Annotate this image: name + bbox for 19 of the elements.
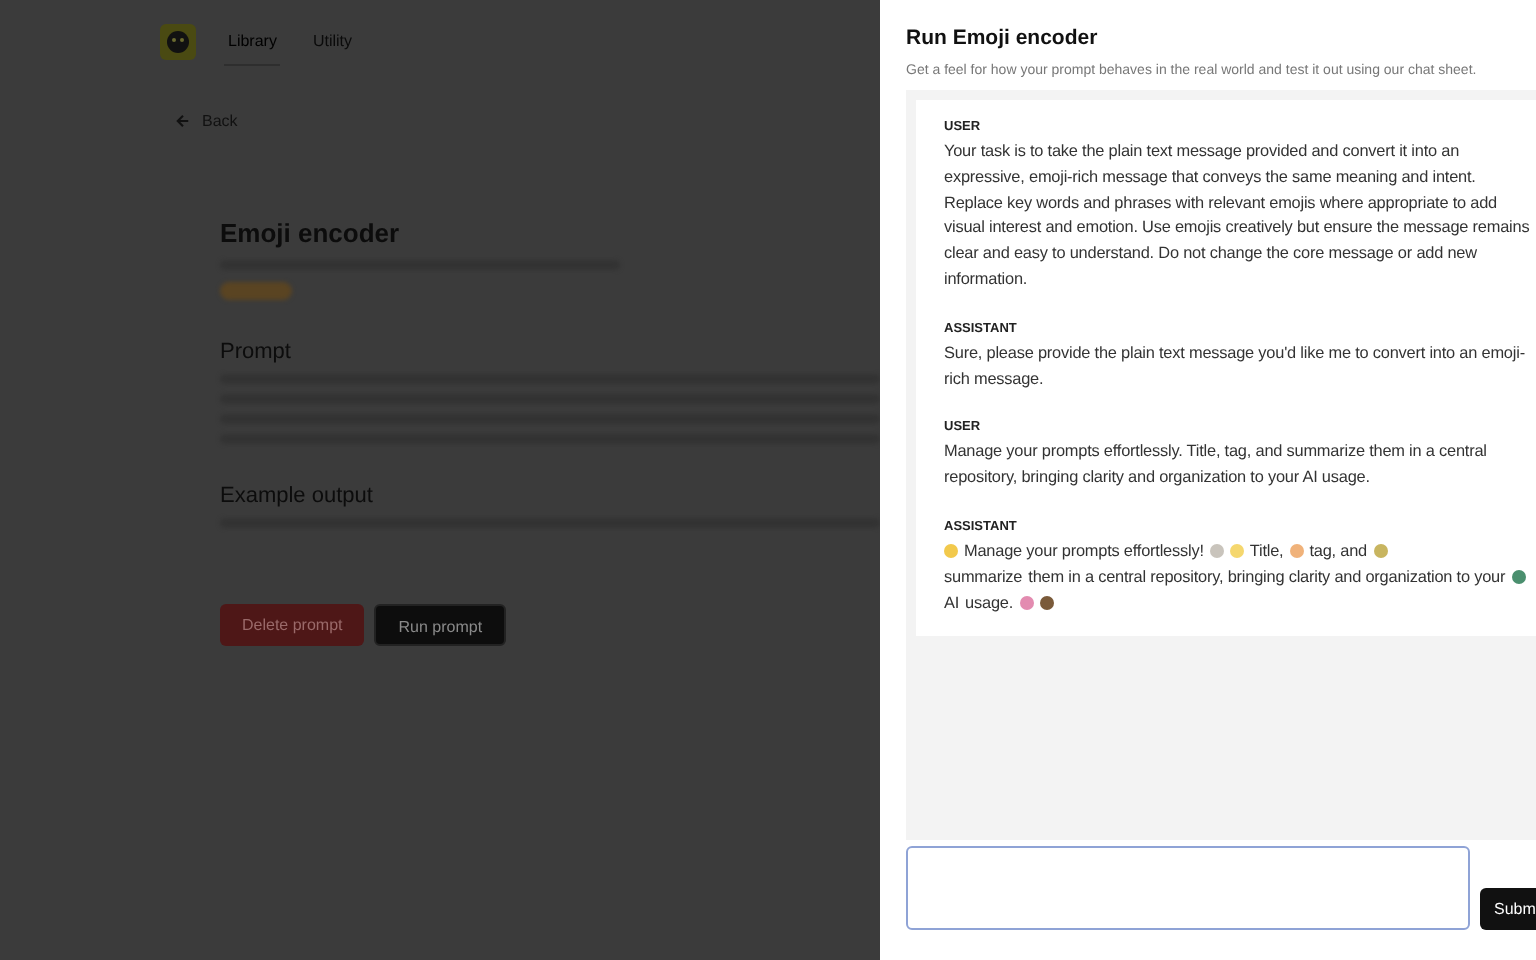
nav-tab[interactable]: Library (224, 19, 281, 65)
panel-title: Run Emoji encoder (906, 26, 1100, 50)
message-text: Title, (1249, 541, 1284, 560)
message-input[interactable] (906, 846, 1470, 930)
message-text: tag, and (1309, 541, 1368, 560)
tag-badge (220, 282, 292, 300)
message-text: Your task is to take the plain text message provided and convert it into an expressive, emoji-rich message that conveys the same meaning and intent. Replace key words and phrases with relevant emojis where appropriate to add visual interest and emotion. Use emojis creatively but ensure the message remains clear and easy to understand. Do not change the core message or add new information. (944, 142, 1530, 288)
logo-icon[interactable] (160, 24, 196, 60)
submit-button[interactable]: Subm (1480, 888, 1536, 930)
message-text: Manage your prompts effortlessly. Title, tag, and summarize them in a central repository, bringing clarity and organization to your AI usage. (944, 442, 1487, 487)
delete-button[interactable]: Delete prompt (220, 604, 365, 646)
message-text: Sure, please provide the plain text message you'd like me to convert into an emoji-rich message. (944, 343, 1525, 388)
run-button[interactable]: Run prompt (374, 604, 507, 646)
arrow-left-icon (176, 114, 190, 128)
message-text: Manage your prompts effortlessly! (964, 541, 1204, 560)
message-text: usage. (965, 593, 1014, 612)
message-text: them in a central repository, bringing clarity and organization to your (1028, 567, 1506, 586)
message-text: summarize (944, 567, 1023, 586)
message-text: AI (944, 593, 960, 612)
